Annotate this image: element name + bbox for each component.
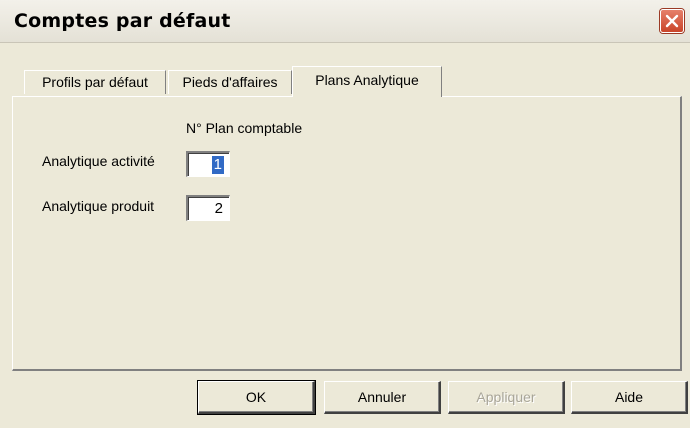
close-icon <box>665 14 679 28</box>
label-analytique-produit: Analytique produit <box>42 198 155 214</box>
tab-panel-plans-analytique <box>12 96 682 371</box>
close-button[interactable] <box>660 9 684 33</box>
tab-label: Profils par défaut <box>42 74 148 90</box>
tab-label: Pieds d'affaires <box>182 74 278 90</box>
column-header-plan-comptable: N° Plan comptable <box>186 120 303 136</box>
help-button[interactable]: Aide <box>571 381 688 414</box>
ok-button[interactable]: OK <box>197 380 316 415</box>
tab-plans-analytique[interactable]: Plans Analytique <box>292 66 442 97</box>
label-analytique-activite: Analytique activité <box>42 153 155 169</box>
tab-profils-par-defaut[interactable]: Profils par défaut <box>24 70 166 94</box>
apply-button[interactable]: Appliquer <box>448 381 565 414</box>
field-analytique-activite[interactable]: 1 <box>186 151 230 177</box>
field-analytique-produit[interactable]: 2 <box>186 195 230 221</box>
window-title: Comptes par défaut <box>14 10 231 32</box>
field-value: 2 <box>214 200 223 217</box>
tab-label: Plans Analytique <box>315 72 419 88</box>
dialog-window: Comptes par défaut Profils par défaut Pi… <box>0 0 690 428</box>
field-value: 1 <box>211 156 224 174</box>
cancel-button[interactable]: Annuler <box>324 381 441 414</box>
tab-pieds-daffaires[interactable]: Pieds d'affaires <box>168 70 292 94</box>
title-bar[interactable]: Comptes par défaut <box>0 0 690 43</box>
